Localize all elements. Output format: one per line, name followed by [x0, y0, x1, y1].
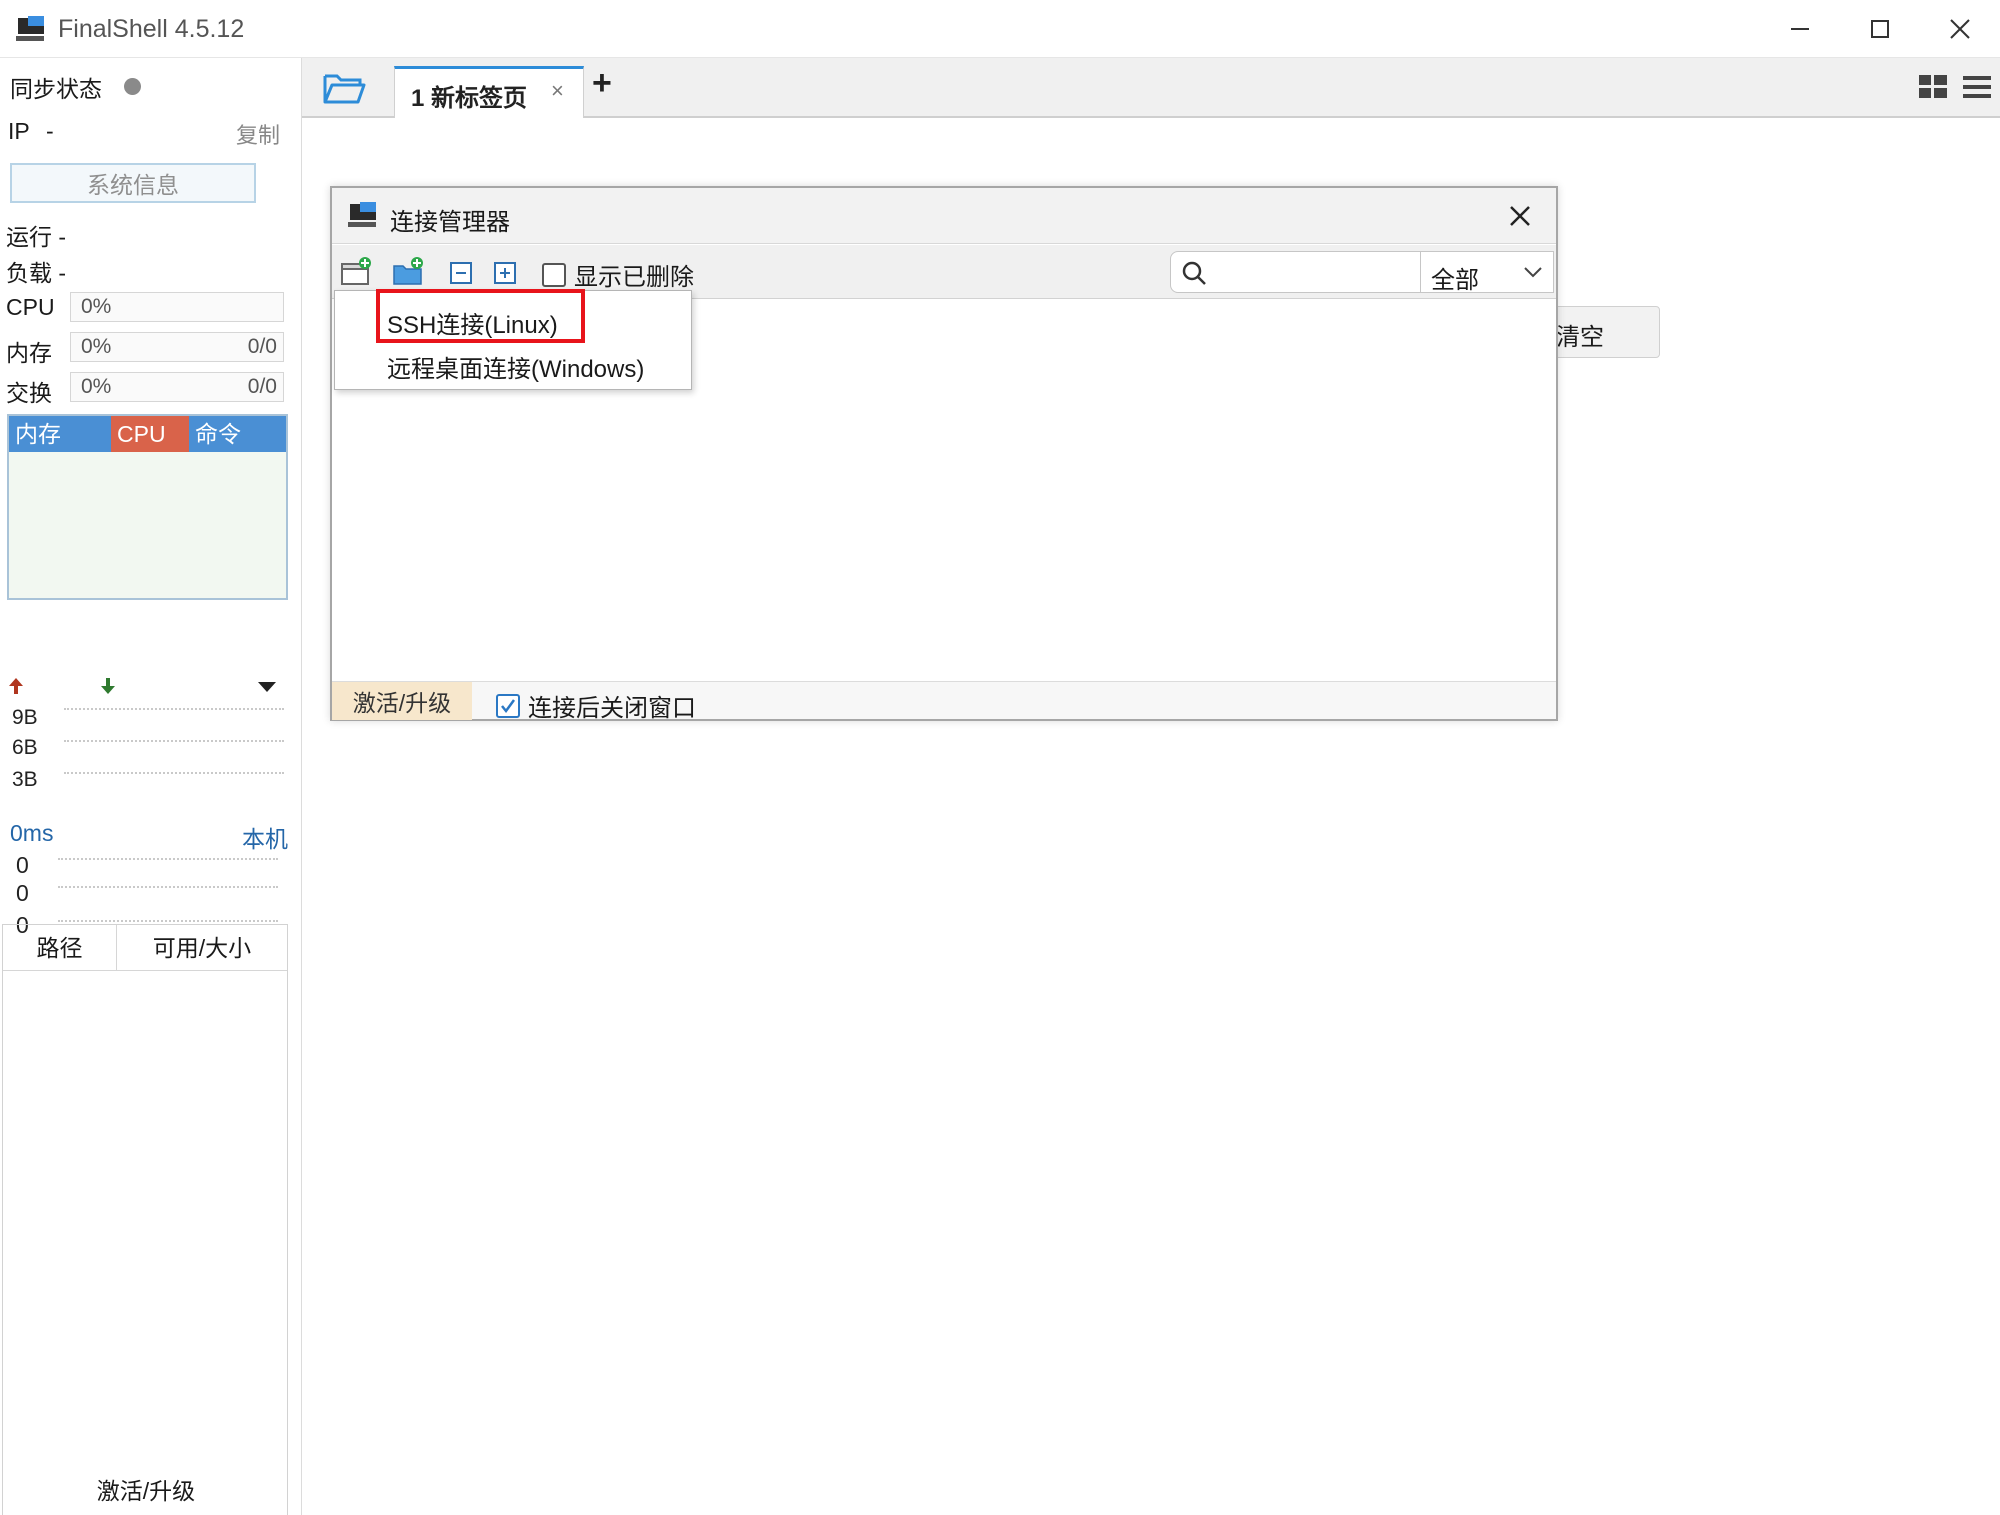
uptime-label: 运行 - — [6, 224, 67, 250]
ip-value: - — [46, 118, 54, 144]
swap-meter-ratio: 0/0 — [247, 375, 277, 398]
add-tab-button[interactable]: + — [592, 64, 612, 103]
dialog-close-button[interactable] — [1502, 198, 1538, 234]
swap-meter-label: 交换 — [6, 380, 52, 406]
new-connection-icon — [341, 257, 371, 285]
minimize-button[interactable] — [1760, 0, 1840, 58]
close-button[interactable] — [1920, 0, 2000, 58]
cpu-meter: 0% — [70, 292, 284, 322]
new-folder-button[interactable] — [392, 256, 424, 288]
new-connection-menu: SSH连接(Linux) 远程桌面连接(Windows) — [334, 289, 692, 390]
system-info-button[interactable]: 系统信息 — [10, 163, 256, 203]
grid-layout-icon — [1919, 75, 1947, 98]
expand-all-button[interactable] — [490, 256, 522, 288]
net-axis-label: 6B — [12, 736, 38, 759]
highlight-box — [376, 289, 585, 343]
chevron-down-icon — [1524, 267, 1542, 278]
close-after-connect-checkbox[interactable]: 连接后关闭窗口 — [496, 688, 696, 723]
memory-meter: 0% 0/0 — [70, 332, 284, 362]
memory-meter-percent: 0% — [81, 335, 112, 358]
search-icon — [1182, 261, 1206, 285]
collapse-icon — [450, 262, 472, 284]
process-panel: 内存 CPU 命令 — [7, 414, 288, 600]
activate-upgrade-link[interactable]: 激活/升级 — [0, 1472, 292, 1506]
checkmark-icon — [501, 698, 516, 713]
main-menu-button[interactable] — [1962, 72, 1992, 102]
layout-grid-button[interactable] — [1918, 72, 1948, 102]
disk-column-size[interactable]: 可用/大小 — [117, 925, 287, 971]
maximize-button[interactable] — [1840, 0, 1920, 58]
tab-close-icon[interactable]: × — [551, 78, 564, 104]
latency-gridline — [58, 858, 278, 860]
show-deleted-label: 显示已删除 — [574, 264, 694, 291]
search-input[interactable] — [1170, 251, 1436, 293]
disk-column-path[interactable]: 路径 — [3, 925, 117, 971]
swap-meter: 0% 0/0 — [70, 372, 284, 402]
expand-icon — [494, 262, 516, 284]
net-gridline — [64, 740, 284, 742]
latency-axis-label: 0 — [16, 880, 29, 906]
new-connection-button[interactable] — [340, 256, 372, 288]
close-after-connect-label: 连接后关闭窗口 — [528, 695, 696, 722]
latency-host: 本机 — [242, 826, 288, 852]
cpu-meter-label: CPU — [6, 294, 55, 320]
clear-button-label: 清空 — [1556, 324, 1604, 351]
ip-label: IP — [8, 118, 30, 144]
dialog-activate-upgrade-button[interactable]: 激活/升级 — [332, 682, 472, 720]
tab-new-tab[interactable]: 1 新标签页 × — [394, 66, 584, 118]
minimize-icon — [1791, 28, 1809, 30]
process-tab-command[interactable]: 命令 — [189, 416, 286, 452]
connection-manager-dialog: 连接管理器 显示已删除 全部 激活/升级 连接后关闭窗口 — [330, 186, 1558, 722]
latency-gridline — [58, 886, 278, 888]
load-label: 负载 - — [6, 260, 67, 286]
process-tab-cpu[interactable]: CPU — [111, 416, 189, 452]
sync-status-dot — [124, 78, 141, 95]
memory-meter-ratio: 0/0 — [247, 335, 277, 358]
upload-arrow-icon — [9, 678, 23, 694]
tab-label: 1 新标签页 — [411, 85, 528, 112]
net-axis-label: 9B — [12, 706, 38, 729]
latency-gridline — [58, 920, 278, 922]
latency-axis-label: 0 — [16, 852, 29, 878]
tab-bar: 1 新标签页 × + — [302, 58, 2000, 118]
cpu-meter-percent: 0% — [81, 295, 112, 318]
latency-panel: 0ms 本机 0 0 0 — [0, 758, 290, 938]
filter-select-value: 全部 — [1431, 267, 1479, 294]
net-gridline — [64, 708, 284, 710]
sidebar: 同步状态 IP - 复制 系统信息 运行 - 负载 - CPU 0% 内存 0%… — [0, 58, 302, 1515]
window-title: FinalShell 4.5.12 — [58, 15, 245, 43]
process-tabs: 内存 CPU 命令 — [9, 416, 286, 452]
network-interface-dropdown-icon[interactable] — [256, 680, 278, 694]
title-bar: FinalShell 4.5.12 — [0, 0, 2000, 58]
maximize-icon — [1871, 20, 1889, 38]
copy-ip-button[interactable]: 复制 — [236, 118, 280, 150]
sync-status-label: 同步状态 — [10, 76, 102, 102]
latency-value: 0ms — [10, 820, 54, 846]
swap-meter-percent: 0% — [81, 375, 112, 398]
dialog-title-bar: 连接管理器 — [332, 188, 1556, 244]
collapse-all-button[interactable] — [446, 256, 478, 288]
download-arrow-icon — [101, 678, 115, 694]
app-logo-icon — [348, 202, 376, 227]
disk-table: 路径 可用/大小 — [2, 924, 288, 1515]
filter-select[interactable]: 全部 — [1420, 251, 1554, 294]
process-tab-memory[interactable]: 内存 — [9, 416, 111, 452]
memory-meter-label: 内存 — [6, 340, 52, 366]
app-logo-icon — [16, 16, 46, 42]
folder-open-icon — [323, 74, 366, 104]
new-folder-icon — [393, 257, 423, 285]
menu-item-rdp-windows[interactable]: 远程桌面连接(Windows) — [387, 349, 644, 384]
dialog-title: 连接管理器 — [390, 209, 510, 236]
close-icon — [1950, 19, 1970, 39]
disk-table-header: 路径 可用/大小 — [3, 925, 287, 971]
dialog-footer: 激活/升级 连接后关闭窗口 — [332, 681, 1556, 722]
open-folder-button[interactable] — [322, 70, 366, 106]
show-deleted-checkbox[interactable]: 显示已删除 — [542, 257, 694, 292]
checkbox-box[interactable] — [542, 262, 566, 287]
hamburger-menu-icon — [1963, 76, 1991, 98]
close-icon — [1510, 206, 1530, 226]
checkbox-box[interactable] — [496, 693, 520, 718]
